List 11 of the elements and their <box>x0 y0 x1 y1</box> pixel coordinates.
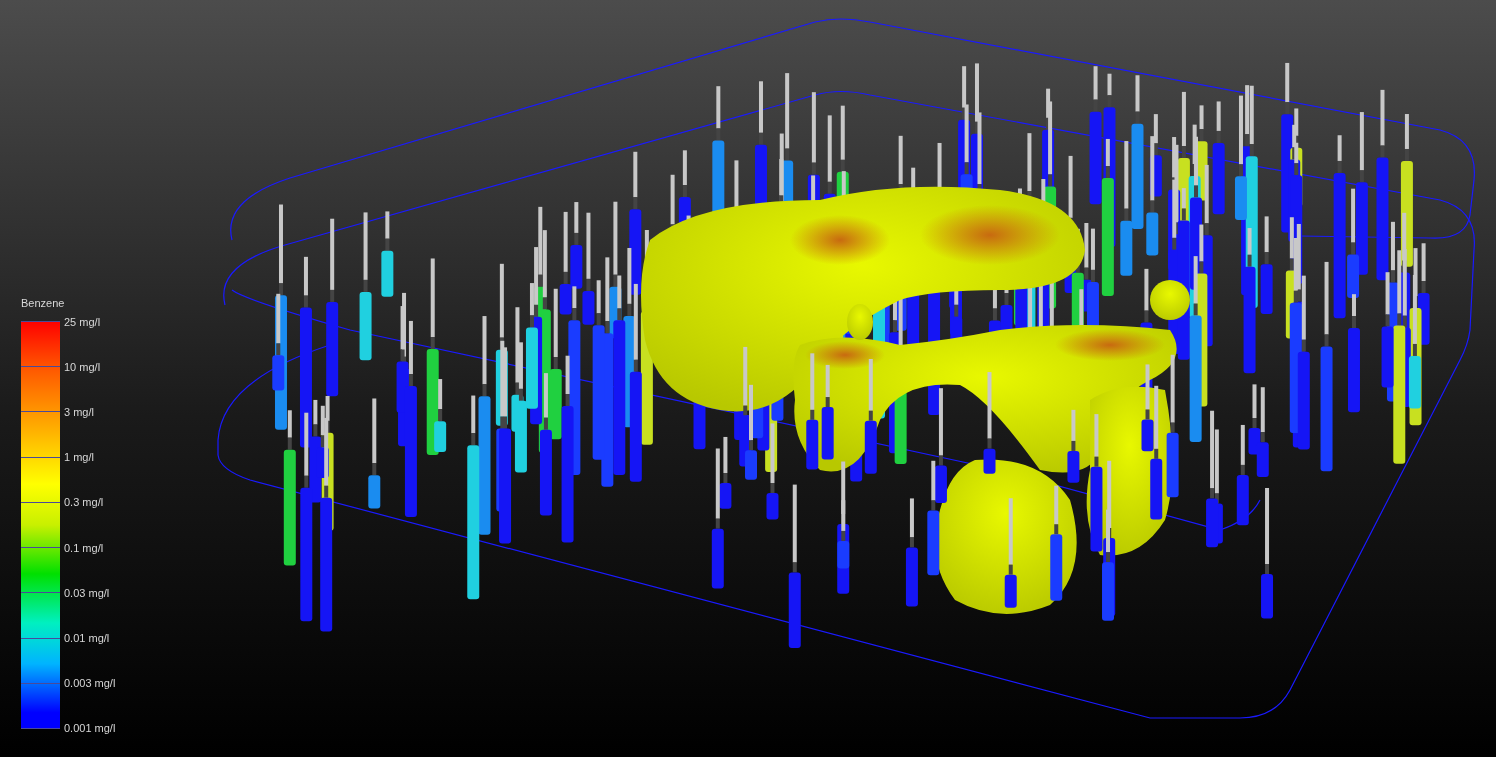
legend-label: 0.1 mg/l <box>64 541 104 554</box>
legend-label: 0.3 mg/l <box>64 496 104 509</box>
legend-title: Benzene <box>21 297 66 309</box>
legend-label: 10 mg/l <box>64 360 101 373</box>
legend-label: 3 mg/l <box>64 405 94 418</box>
legend-label: 1 mg/l <box>64 451 94 464</box>
legend-label: 0.003 mg/l <box>64 677 116 690</box>
legend-label: 0.001 mg/l <box>64 722 116 735</box>
legend-label: 0.03 mg/l <box>64 586 110 599</box>
legend-label: 25 mg/l <box>64 315 101 328</box>
legend-label: 0.01 mg/l <box>64 632 110 645</box>
